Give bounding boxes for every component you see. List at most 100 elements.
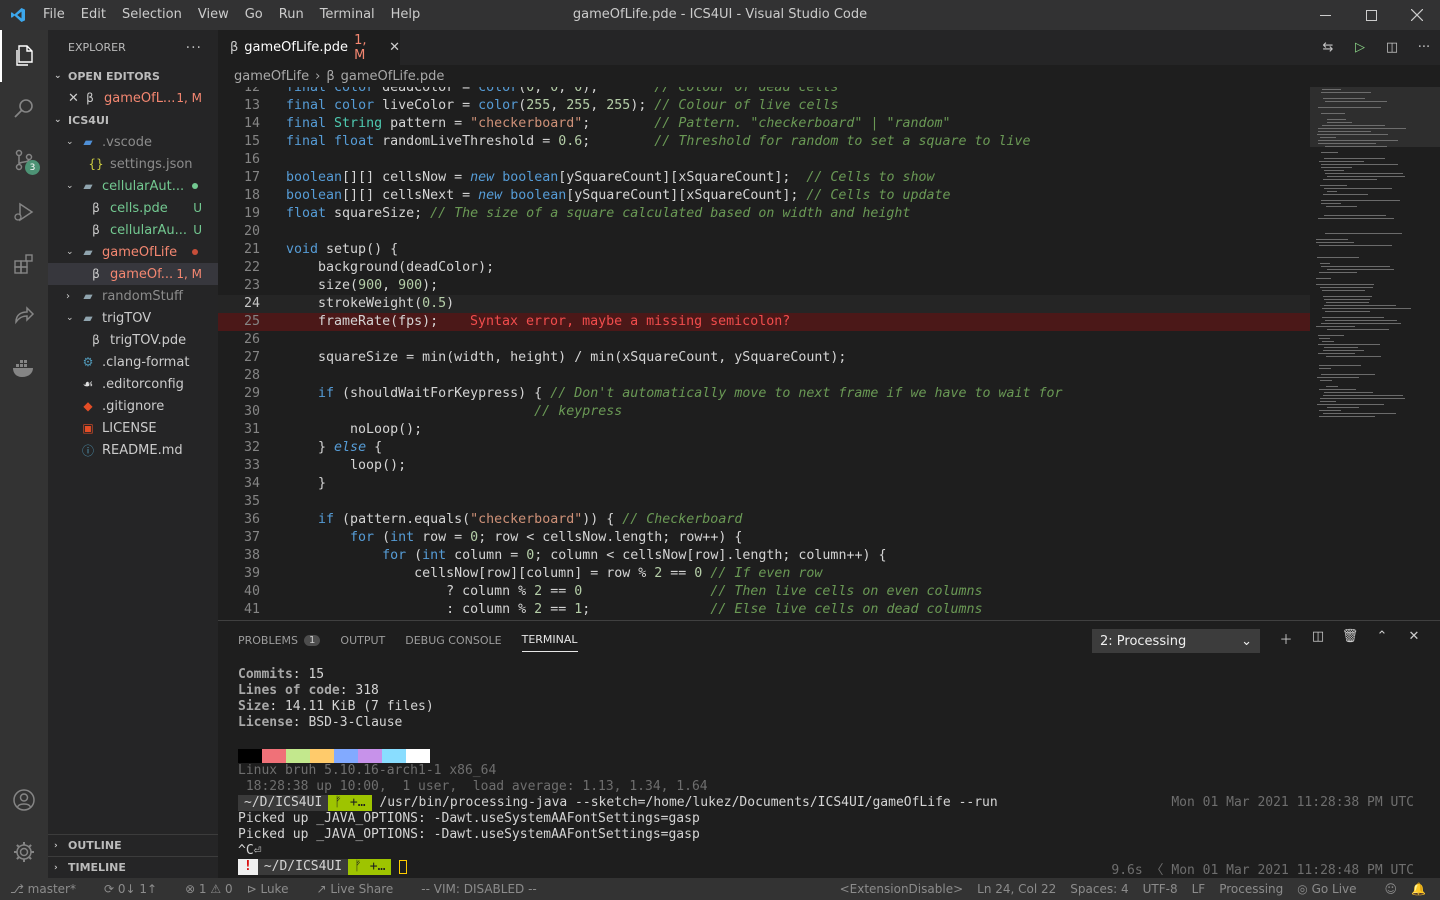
tree-item-editorconfig[interactable]: ☙ .editorconfig [48, 373, 218, 395]
code-line[interactable]: 20 [218, 223, 1310, 241]
tree-item-cellular-pde[interactable]: β cellularAu... U [48, 219, 218, 241]
code-line[interactable]: 25 frameRate(fps); Syntax error, maybe a … [218, 313, 1310, 331]
live-share-button[interactable]: ↗ Live Share [316, 882, 407, 896]
outline-section[interactable]: › OUTLINE [48, 834, 218, 856]
cursor-position[interactable]: Ln 24, Col 22 [977, 882, 1056, 896]
tree-item-trigtov-pde[interactable]: β trigTOV.pde [48, 329, 218, 351]
explorer-icon[interactable] [0, 30, 48, 82]
language-mode[interactable]: Processing [1219, 882, 1283, 896]
docker-icon[interactable] [0, 342, 48, 394]
tree-item-gitignore[interactable]: ◆ .gitignore [48, 395, 218, 417]
code-line[interactable]: 35 [218, 493, 1310, 511]
menu-go[interactable]: Go [237, 0, 271, 30]
menu-view[interactable]: View [190, 0, 237, 30]
menu-help[interactable]: Help [383, 0, 429, 30]
minimap[interactable] [1310, 87, 1440, 620]
code-line[interactable]: 41 : column % 2 == 1; // Else live cells… [218, 601, 1310, 619]
tab-terminal[interactable]: TERMINAL [521, 628, 578, 652]
tree-item-trigtov-folder[interactable]: ⌄ ▰ trigTOV [48, 307, 218, 329]
new-terminal-icon[interactable]: ＋ [1270, 629, 1302, 648]
code-line[interactable]: 18 boolean[][] cellsNext = new boolean[yS… [218, 187, 1310, 205]
minimize-button[interactable] [1302, 0, 1348, 30]
close-tab-icon[interactable]: ✕ [389, 40, 400, 55]
code-line[interactable]: 39 cellsNow[row][column] = row % 2 == 0 … [218, 565, 1310, 583]
extensions-icon[interactable] [0, 238, 48, 290]
code-line[interactable]: 30 // keypress [218, 403, 1310, 421]
timeline-section[interactable]: › TIMELINE [48, 856, 218, 878]
menu-run[interactable]: Run [271, 0, 312, 30]
more-actions-icon[interactable]: ··· [186, 40, 202, 56]
branch-indicator[interactable]: ⎇ master* [10, 882, 90, 896]
vim-status[interactable]: -- VIM: DISABLED -- [421, 882, 536, 896]
maximize-button[interactable] [1348, 0, 1394, 30]
editor-tab[interactable]: β gameOfLife.pde 1, M ✕ [218, 30, 400, 65]
code-line[interactable]: 19 float squareSize; // The size of a squ… [218, 205, 1310, 223]
terminal-select[interactable]: 2: Processing ⌄ [1092, 629, 1260, 653]
sync-indicator[interactable]: ⟳ 0↓ 1↑ [104, 882, 171, 896]
open-editors-section[interactable]: ⌄ OPEN EDITORS [48, 65, 218, 87]
code-line[interactable]: 16 [218, 151, 1310, 169]
code-line[interactable]: 33 loop(); [218, 457, 1310, 475]
minimap-slider[interactable] [1310, 87, 1440, 147]
code-line[interactable]: 27 squareSize = min(width, height) / min… [218, 349, 1310, 367]
extension-status[interactable]: <ExtensionDisable> [840, 882, 964, 896]
code-line[interactable]: 36 if (pattern.equals("checkerboard")) {… [218, 511, 1310, 529]
tree-item-cells-pde[interactable]: β cells.pde U [48, 197, 218, 219]
tree-item-randomstuff-folder[interactable]: › ▰ randomStuff [48, 285, 218, 307]
code-line[interactable]: 14 final String pattern = "checkerboard";… [218, 115, 1310, 133]
more-actions-icon[interactable]: ··· [1408, 40, 1440, 55]
tree-item-cellular-folder[interactable]: ⌄ ▰ cellularAut... [48, 175, 218, 197]
close-window-button[interactable] [1394, 0, 1440, 30]
code-line[interactable]: 34 } [218, 475, 1310, 493]
tree-item-gameoflife-folder[interactable]: ⌄ ▰ gameOfLife [48, 241, 218, 263]
tab-problems[interactable]: PROBLEMS 1 [238, 628, 321, 652]
terminal-prompt[interactable]: ! ~/D/ICS4UI ᚠ +… [238, 859, 408, 875]
code-line[interactable]: 37 for (int row = 0; row < cellsNow.leng… [218, 529, 1310, 547]
code-editor[interactable]: 12 final color deadColor = color(0, 0, 0)… [218, 87, 1310, 620]
code-line[interactable]: 21 void setup() { [218, 241, 1310, 259]
accounts-icon[interactable] [0, 774, 48, 826]
split-editor-icon[interactable]: ◫ [1376, 40, 1408, 55]
search-icon[interactable] [0, 82, 48, 134]
run-debug-icon[interactable] [0, 186, 48, 238]
settings-gear-icon[interactable] [0, 826, 48, 878]
live-share-icon[interactable] [0, 290, 48, 342]
menu-terminal[interactable]: Terminal [312, 0, 383, 30]
tab-output[interactable]: OUTPUT [340, 628, 385, 652]
source-control-icon[interactable]: 3 [0, 134, 48, 186]
open-changes-icon[interactable]: ⇆ [1312, 40, 1344, 55]
code-line[interactable]: 15 final float randomLiveThreshold = 0.6;… [218, 133, 1310, 151]
breadcrumb-file[interactable]: gameOfLife.pde [341, 69, 445, 84]
problems-indicator[interactable]: ⊗ 1 ⚠ 0 [185, 882, 233, 896]
code-line[interactable]: 29 if (shouldWaitForKeypress) { // Don't… [218, 385, 1310, 403]
close-panel-icon[interactable]: ✕ [1398, 629, 1430, 648]
code-line[interactable]: 22 background(deadColor); [218, 259, 1310, 277]
feedback-icon[interactable]: ☺ [1385, 882, 1398, 896]
tree-item-gameoflife-pde[interactable]: β gameOf... 1, M [48, 263, 218, 285]
code-line[interactable]: 23 size(900, 900); [218, 277, 1310, 295]
maximize-panel-icon[interactable]: ⌃ [1366, 629, 1398, 648]
code-line[interactable]: 32 } else { [218, 439, 1310, 457]
run-icon[interactable]: ▷ [1344, 40, 1376, 55]
code-line[interactable]: 17 boolean[][] cellsNow = new boolean[ySq… [218, 169, 1310, 187]
notifications-icon[interactable]: 🔔 [1411, 882, 1426, 896]
workspace-section[interactable]: ⌄ ICS4UI [48, 109, 218, 131]
code-line[interactable]: 26 [218, 331, 1310, 349]
code-line[interactable]: 28 [218, 367, 1310, 385]
breadcrumb-folder[interactable]: gameOfLife [234, 69, 309, 84]
menu-selection[interactable]: Selection [114, 0, 190, 30]
user-indicator[interactable]: ⊳ Luke [247, 882, 303, 896]
code-line[interactable]: 12 final color deadColor = color(0, 0, 0)… [218, 87, 1310, 97]
split-terminal-icon[interactable]: ◫ [1302, 629, 1334, 648]
tree-item-readme[interactable]: ⓘ README.md [48, 439, 218, 461]
tree-item-license[interactable]: ▣ LICENSE [48, 417, 218, 439]
code-line[interactable]: 24 strokeWeight(0.5) [218, 295, 1310, 313]
close-icon[interactable]: ✕ [68, 91, 82, 106]
indentation[interactable]: Spaces: 4 [1070, 882, 1128, 896]
encoding[interactable]: UTF-8 [1143, 882, 1178, 896]
tree-item-vscode-folder[interactable]: ⌄ ▰ .vscode [48, 131, 218, 153]
menu-file[interactable]: File [35, 0, 73, 30]
code-line[interactable]: 38 for (int column = 0; column < cellsNo… [218, 547, 1310, 565]
tree-item-settings-json[interactable]: {} settings.json [48, 153, 218, 175]
trash-icon[interactable]: 🗑 [1334, 629, 1366, 648]
